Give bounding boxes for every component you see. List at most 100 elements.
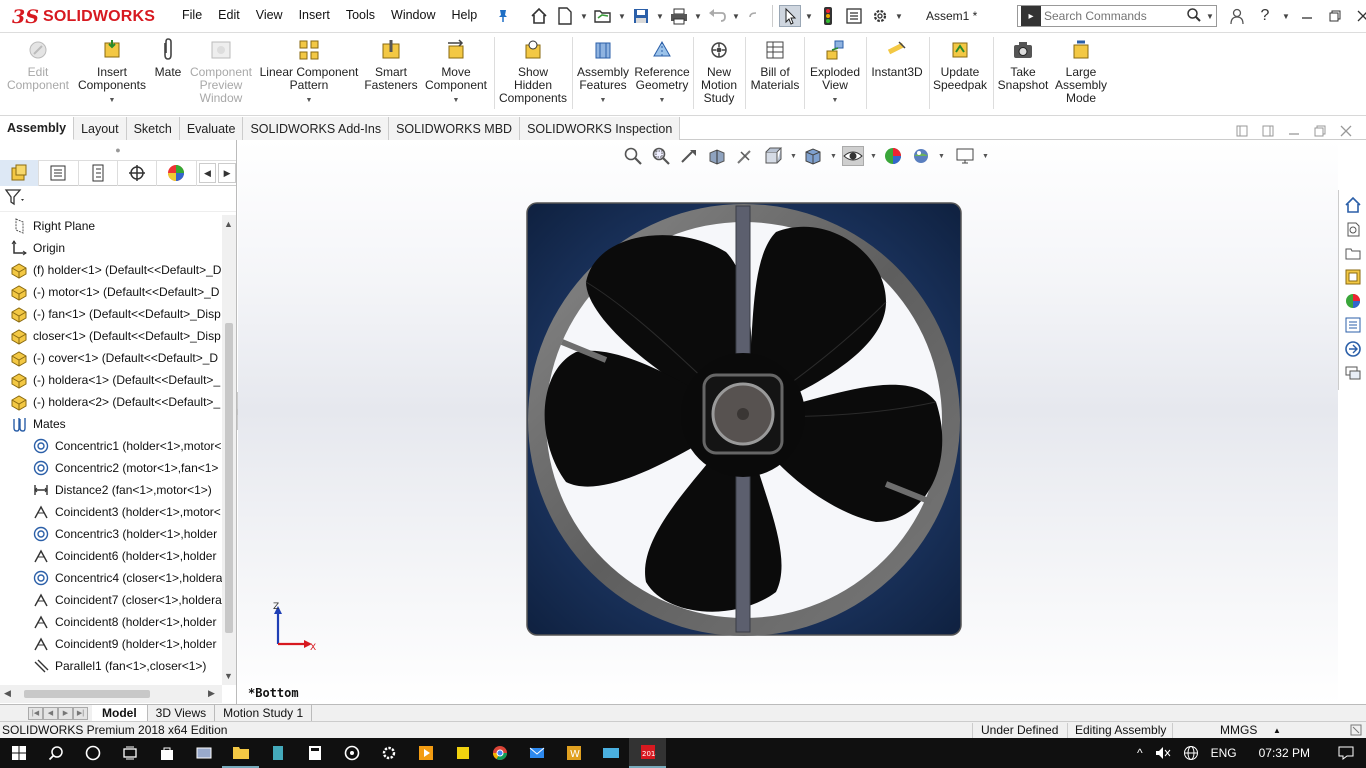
tree-item-mate[interactable]: Concentric7 (cover<1>,holder (0, 677, 222, 680)
select-arrow-icon[interactable] (779, 5, 801, 27)
tab-motion-study-1[interactable]: Motion Study 1 (215, 704, 313, 722)
display-style-icon[interactable] (802, 146, 824, 166)
chat-icon[interactable] (1342, 362, 1364, 384)
input-language[interactable]: ENG (1205, 746, 1243, 760)
tree-item-component[interactable]: (-) fan<1> (Default<<Default>_Disp (0, 303, 222, 325)
menu-window[interactable]: Window (383, 8, 443, 24)
chrome-browser-icon[interactable] (481, 738, 518, 768)
exploded-view-button[interactable]: Exploded View ▼ (807, 37, 863, 107)
windows-start-icon[interactable] (0, 738, 37, 768)
tab-evaluate[interactable]: Evaluate (179, 117, 244, 140)
tree-item-origin[interactable]: Origin (0, 237, 222, 259)
search-commands-box[interactable]: ▸ ▼ (1017, 5, 1217, 27)
last-tab-icon[interactable]: ▶| (73, 706, 88, 720)
undo-dropdown-icon[interactable]: ▼ (732, 5, 740, 27)
appearances-scenes-icon[interactable] (1342, 290, 1364, 312)
print-icon[interactable] (668, 5, 690, 27)
search-icon[interactable] (1186, 7, 1202, 26)
tree-item-mate[interactable]: Concentric1 (holder<1>,motor< (0, 435, 222, 457)
fan-assembly-model[interactable] (526, 202, 962, 636)
scroll-up-icon[interactable]: ▲ (224, 219, 233, 229)
tab-solidworks-add-ins[interactable]: SOLIDWORKS Add-Ins (243, 117, 390, 140)
restore-icon[interactable] (1324, 5, 1346, 27)
prev-tab-icon[interactable]: ◀ (43, 706, 58, 720)
linear-pattern-caret-icon[interactable]: ▼ (306, 94, 313, 107)
tile-left-icon[interactable] (1236, 125, 1248, 140)
first-tab-icon[interactable]: |◀ (28, 706, 43, 720)
unit-system-selector[interactable]: MMGS (1220, 723, 1257, 737)
tab-model[interactable]: Model (92, 704, 148, 722)
save-icon[interactable] (630, 5, 652, 27)
search-dropdown-icon[interactable]: ▼ (1206, 12, 1214, 21)
tree-item-mate[interactable]: Coincident6 (holder<1>,holder (0, 545, 222, 567)
apply-scene-dropdown-icon[interactable]: ▼ (938, 153, 945, 160)
tree-item-mate[interactable]: Coincident9 (holder<1>,holder (0, 633, 222, 655)
show-hidden-components-button[interactable]: Show Hidden Components (497, 37, 569, 105)
assembly-features-button[interactable]: Assembly Features ▼ (575, 37, 631, 107)
task-view-icon[interactable] (111, 738, 148, 768)
view-palette-icon[interactable] (1342, 266, 1364, 288)
doc-minimize-icon[interactable] (1288, 125, 1300, 140)
close-icon[interactable] (1352, 5, 1366, 27)
menu-help[interactable]: Help (444, 8, 486, 24)
new-dropdown-icon[interactable]: ▼ (580, 5, 588, 27)
tab-solidworks-inspection[interactable]: SOLIDWORKS Inspection (520, 117, 681, 140)
undo-icon[interactable] (706, 5, 728, 27)
instant3d-button[interactable]: Instant3D (868, 37, 926, 79)
tree-item-mates[interactable]: Mates (0, 413, 222, 435)
user-account-icon[interactable] (1226, 5, 1248, 27)
scroll-right-icon[interactable]: ▶ (208, 688, 215, 699)
tree-item-component[interactable]: (-) holdera<1> (Default<<Default>_ (0, 369, 222, 391)
tree-item-right-plane[interactable]: Right Plane (0, 215, 222, 237)
open-folder-icon[interactable] (592, 5, 614, 27)
keyboard-app-icon[interactable] (592, 738, 629, 768)
zoom-to-fit-icon[interactable] (622, 146, 644, 166)
hide-show-items-icon[interactable] (842, 146, 864, 166)
scroll-down-icon[interactable]: ▼ (224, 671, 233, 681)
tree-item-mate[interactable]: Parallel1 (fan<1>,closer<1>) (0, 655, 222, 677)
tab-sketch[interactable]: Sketch (126, 117, 180, 140)
tree-item-mate[interactable]: Coincident3 (holder<1>,motor< (0, 501, 222, 523)
doc-close-icon[interactable] (1340, 125, 1352, 140)
video-player-icon[interactable] (407, 738, 444, 768)
view-settings-icon[interactable] (954, 146, 976, 166)
section-view-icon[interactable] (706, 146, 728, 166)
tree-item-component[interactable]: (f) holder<1> (Default<<Default>_D (0, 259, 222, 281)
graphics-area[interactable]: ▼ ▼ ▼ ▼ ▼ Z X *Bottom (238, 140, 1338, 704)
settings-gear-icon[interactable] (370, 738, 407, 768)
insert-components-button[interactable]: Insert Components ▼ (76, 37, 148, 107)
tab-3d-views[interactable]: 3D Views (148, 704, 216, 722)
options-gear-icon[interactable] (869, 5, 891, 27)
edit-component-button[interactable]: Edit Component (6, 37, 70, 92)
redo-icon[interactable] (744, 5, 766, 27)
menu-tools[interactable]: Tools (338, 8, 383, 24)
tabs-scroll-right-icon[interactable]: ▶ (218, 163, 236, 183)
mate-button[interactable]: Mate (150, 37, 186, 79)
file-explorer-icon[interactable] (1342, 242, 1364, 264)
tab-layout[interactable]: Layout (74, 117, 127, 140)
custom-properties-icon[interactable] (1342, 314, 1364, 336)
tree-item-mate[interactable]: Concentric2 (motor<1>,fan<1> (0, 457, 222, 479)
rebuild-traffic-light-icon[interactable] (817, 5, 839, 27)
cortana-icon[interactable] (74, 738, 111, 768)
panel-grip[interactable]: ● (0, 140, 236, 160)
tree-item-mate[interactable]: Concentric4 (closer<1>,holdera (0, 567, 222, 589)
new-motion-study-button[interactable]: New Motion Study (696, 37, 742, 105)
exploded-view-caret-icon[interactable]: ▼ (832, 94, 839, 107)
tree-item-mate[interactable]: Concentric3 (holder<1>,holder (0, 523, 222, 545)
print-dropdown-icon[interactable]: ▼ (694, 5, 702, 27)
scroll-left-icon[interactable]: ◀ (4, 688, 11, 699)
take-snapshot-button[interactable]: Take Snapshot (995, 37, 1051, 92)
file-properties-icon[interactable] (843, 5, 865, 27)
tab-assembly[interactable]: Assembly (0, 117, 75, 140)
display-style-dropdown-icon[interactable]: ▼ (830, 153, 837, 160)
photos-app-icon[interactable] (185, 738, 222, 768)
reference-geometry-button[interactable]: Reference Geometry ▼ (632, 37, 692, 107)
search-scope-icon[interactable]: ▸ (1021, 6, 1041, 26)
tree-horizontal-scrollbar[interactable]: ◀ ▶ (0, 685, 222, 703)
search-input[interactable] (1044, 9, 1182, 23)
reference-geometry-caret-icon[interactable]: ▼ (659, 94, 666, 107)
assembly-features-caret-icon[interactable]: ▼ (600, 94, 607, 107)
linear-component-pattern-button[interactable]: Linear Component Pattern ▼ (258, 37, 360, 107)
pin-menu-icon[interactable] (495, 8, 511, 24)
